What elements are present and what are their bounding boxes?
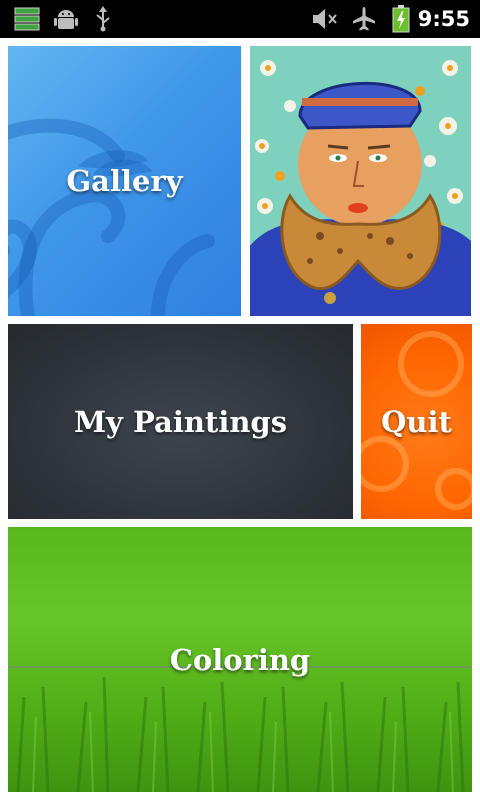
android-debug-icon: [52, 0, 80, 38]
clock: 9:55: [417, 7, 470, 31]
coloring-label: Coloring: [169, 642, 311, 677]
coloring-tile[interactable]: Coloring: [8, 527, 472, 792]
gallery-tile[interactable]: Gallery: [8, 46, 241, 316]
status-bar: 9:55: [0, 0, 480, 38]
quit-tile[interactable]: Quit: [361, 324, 472, 519]
battery-charging-icon: [389, 0, 413, 38]
quit-label: Quit: [381, 404, 452, 439]
muted-icon: [310, 0, 340, 38]
storage-icon: [12, 0, 42, 38]
painting-thumbnail-tile[interactable]: [250, 46, 471, 316]
airplane-mode-icon: [350, 0, 378, 38]
my-paintings-tile[interactable]: My Paintings: [8, 324, 353, 519]
usb-icon: [90, 0, 116, 38]
gallery-label: Gallery: [66, 164, 183, 198]
painting-thumbnail-icon: [250, 46, 471, 316]
my-paintings-label: My Paintings: [73, 404, 288, 439]
